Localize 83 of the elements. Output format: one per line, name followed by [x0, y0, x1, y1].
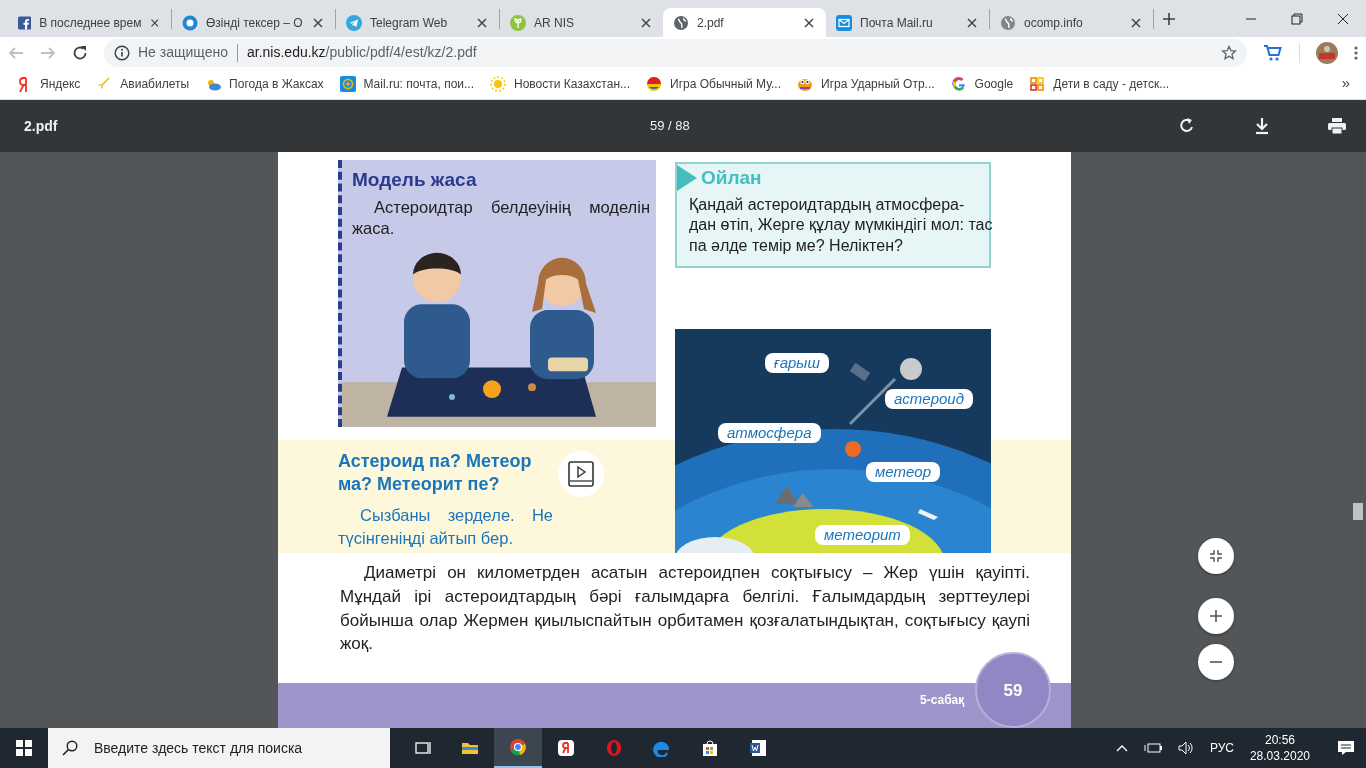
- yandex-browser-icon: [557, 739, 575, 757]
- document-title: 2.pdf: [24, 116, 59, 136]
- page-number: 59: [975, 652, 1051, 728]
- section-heading: Ойлан: [701, 166, 762, 190]
- clock-date: 28.03.2020: [1249, 748, 1310, 765]
- security-label: Не защищено: [138, 43, 228, 62]
- bookmark[interactable]: Google: [944, 72, 1020, 95]
- task-text: Астероидтар белдеуінің моделін жаса.: [351, 196, 651, 239]
- url-text: ar.nis.edu.kz/public/pdf/4/est/kz/2.pdf: [247, 43, 477, 62]
- zoom-out-button[interactable]: [1197, 644, 1234, 680]
- speaker-icon[interactable]: [1177, 741, 1194, 755]
- reload-icon[interactable]: [72, 44, 88, 61]
- ball-icon: [646, 75, 663, 92]
- search-icon: [62, 740, 78, 756]
- diagram-label: метеорит: [815, 525, 910, 545]
- restore-icon[interactable]: [1291, 12, 1303, 25]
- diagram-label: астероид: [885, 389, 973, 409]
- cart-icon[interactable]: [1263, 43, 1283, 62]
- task-view-icon: [413, 739, 431, 757]
- diagram-label: ғарыш: [765, 353, 829, 373]
- browser-tab[interactable]: AR NIS: [500, 8, 663, 37]
- globe-icon: [673, 14, 689, 31]
- info-icon: [114, 44, 130, 61]
- chrome-icon: [509, 738, 527, 756]
- bookmark[interactable]: Погода в Жаксах: [199, 72, 330, 95]
- more-bookmarks-button[interactable]: »: [1335, 70, 1356, 97]
- browser-tab[interactable]: Өзінді тексер – О: [172, 8, 335, 37]
- paper-plane-icon: [346, 14, 362, 31]
- edge-icon: [653, 739, 671, 757]
- scrollbar-thumb[interactable]: [1353, 503, 1363, 520]
- shopping-bag-icon: [701, 739, 719, 757]
- zoom-in-button[interactable]: [1197, 598, 1234, 634]
- notification-icon[interactable]: [1337, 740, 1355, 756]
- at-sign-icon: [339, 75, 356, 92]
- diagram-label: метеор: [866, 462, 940, 482]
- rotate-icon[interactable]: [1178, 117, 1196, 135]
- bookmark[interactable]: Игра Ударный Отр...: [791, 72, 941, 95]
- bookmark[interactable]: Авиабилеты: [90, 72, 196, 95]
- star-icon[interactable]: [1221, 45, 1237, 62]
- diagram-label: атмосфера: [718, 423, 821, 443]
- bookmark[interactable]: Новости Казахстан...: [484, 72, 637, 95]
- page-counter: 59 / 88: [650, 117, 690, 136]
- menu-icon[interactable]: [1354, 44, 1358, 61]
- section-heading: Модель жаса: [351, 168, 478, 192]
- browser-tab[interactable]: ocomp.info: [990, 8, 1153, 37]
- sprout-icon: [510, 14, 526, 31]
- close-icon[interactable]: [1337, 12, 1349, 25]
- download-icon[interactable]: [1254, 117, 1270, 135]
- facebook-icon: [18, 14, 32, 31]
- sun-icon: [490, 75, 506, 92]
- globe-icon: [1000, 14, 1016, 31]
- bookmark[interactable]: Mail.ru: почта, пои...: [333, 72, 480, 95]
- fit-page-button[interactable]: [1197, 538, 1234, 574]
- browser-tab[interactable]: 2.pdf: [663, 8, 826, 37]
- triangle-icon: [677, 165, 697, 192]
- task-text: Сызбаны зерделе. Не түсінгеніңді айтып бер.: [338, 505, 553, 550]
- section-heading: Астероид па? Метеор ма? Метеорит пе?: [338, 450, 533, 497]
- compress-icon: [1208, 549, 1223, 563]
- plus-icon: [1208, 609, 1223, 623]
- lesson-label: 5-сабақ: [920, 692, 965, 709]
- bookmark[interactable]: Дети в саду - детск...: [1023, 72, 1176, 95]
- ring-icon: [605, 739, 623, 757]
- battery-icon[interactable]: [1143, 742, 1162, 754]
- document-icon: [749, 739, 767, 757]
- windows-icon[interactable]: [16, 740, 32, 756]
- taskbar-search-field[interactable]: Введите здесь текст для поиска: [48, 728, 390, 768]
- ring-icon: [182, 14, 198, 31]
- envelope-icon: [836, 14, 852, 31]
- new-tab-icon[interactable]: [1162, 12, 1176, 27]
- avatar-icon[interactable]: [1316, 41, 1338, 64]
- language-indicator[interactable]: РУС: [1209, 739, 1234, 757]
- video-icon[interactable]: [557, 450, 605, 498]
- browser-tab[interactable]: Telegram Web: [336, 8, 499, 37]
- print-icon[interactable]: [1328, 118, 1346, 134]
- google-g-icon: [950, 75, 967, 92]
- browser-tab[interactable]: Почта Mail.ru: [826, 8, 989, 37]
- bookmark[interactable]: Игра Обычный Му...: [640, 72, 788, 95]
- clock-time: 20:56: [1263, 731, 1296, 748]
- bookmark[interactable]: Яндекс: [10, 72, 87, 95]
- browser-tab[interactable]: В последнее врем: [8, 8, 171, 37]
- chevron-up-icon[interactable]: [1115, 744, 1128, 752]
- puzzle-icon: [1029, 75, 1046, 92]
- address-bar[interactable]: Не защищено ar.nis.edu.kz/public/pdf/4/est/kz/2.pdf: [104, 38, 1247, 67]
